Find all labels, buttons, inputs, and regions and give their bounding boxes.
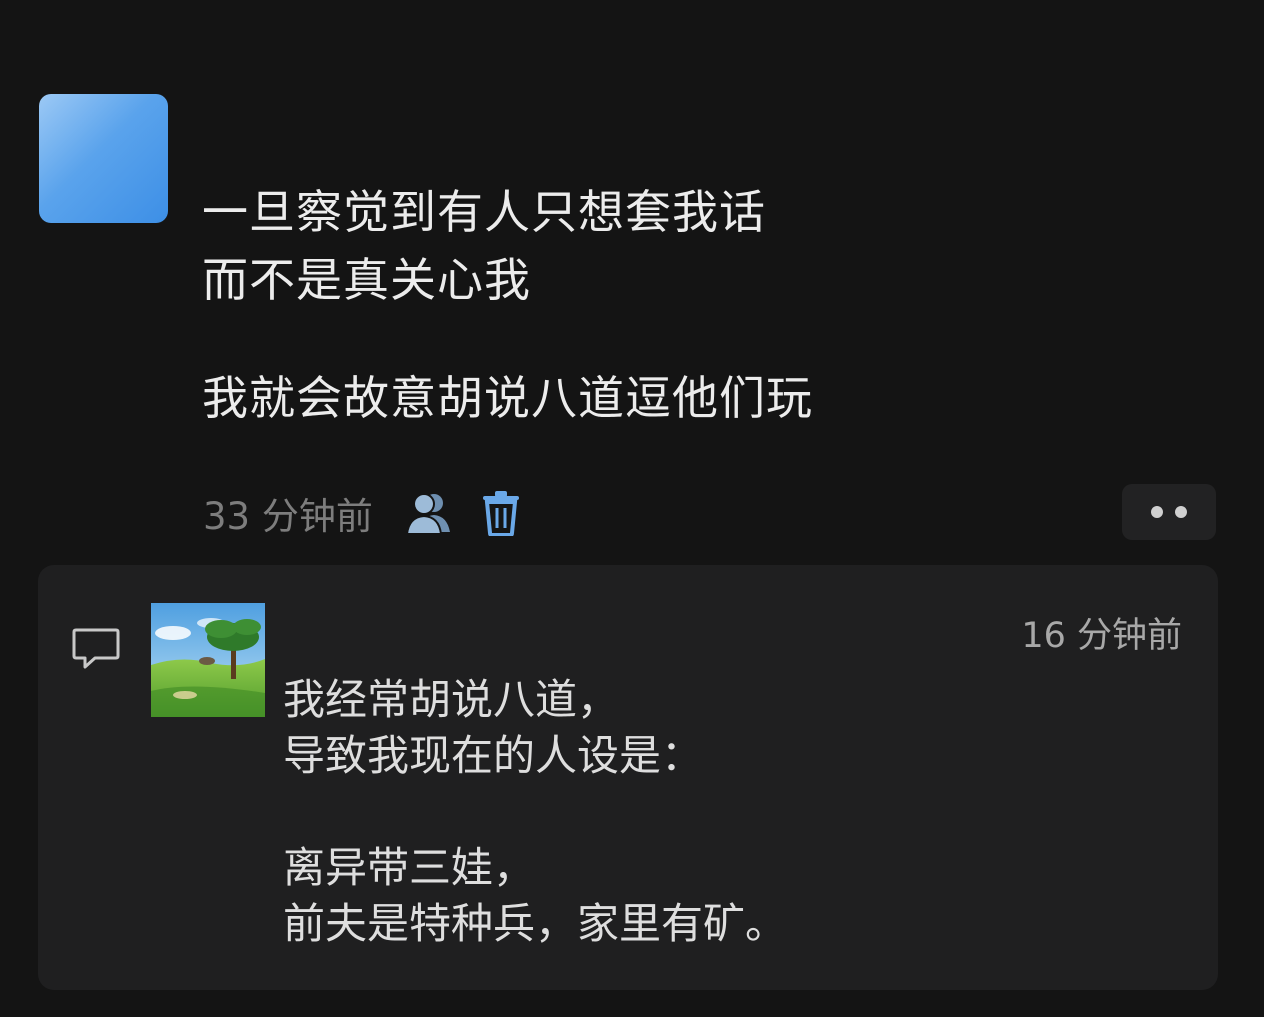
reply-line: 前夫是特种兵，家里有矿。 [283,899,788,948]
post-timestamp: 33 分钟前 [203,495,373,538]
reply-avatar[interactable] [151,603,265,717]
reply-line: 导致我现在的人设是： [283,731,704,780]
post-line: 我就会故意胡说八道逗他们玩 [202,371,813,425]
user-icon[interactable] [403,488,455,538]
post-line: 一旦察觉到有人只想套我话 [202,185,766,239]
comment-icon[interactable] [71,626,121,672]
post-line: 而不是真关心我 [202,253,531,307]
more-dots-icon [1175,506,1187,518]
reply-timestamp: 16 分钟前 [1021,616,1182,656]
reply-content: 我经常胡说八道， 导致我现在的人设是： 离异带三娃， 前夫是特种兵，家里有矿。 [283,672,1183,952]
more-dots-icon [1151,506,1163,518]
avatar[interactable] [39,94,168,223]
reply-line: 离异带三娃， [283,843,536,892]
more-options-button[interactable] [1122,484,1216,540]
landscape-image [151,603,265,717]
post-meta: 33 分钟前 [203,488,521,538]
trash-icon[interactable] [481,490,521,536]
reply-line: 我经常胡说八道， [283,675,620,724]
post-content: 一旦察觉到有人只想套我话 而不是真关心我 我就会故意胡说八道逗他们玩 [202,178,1102,432]
